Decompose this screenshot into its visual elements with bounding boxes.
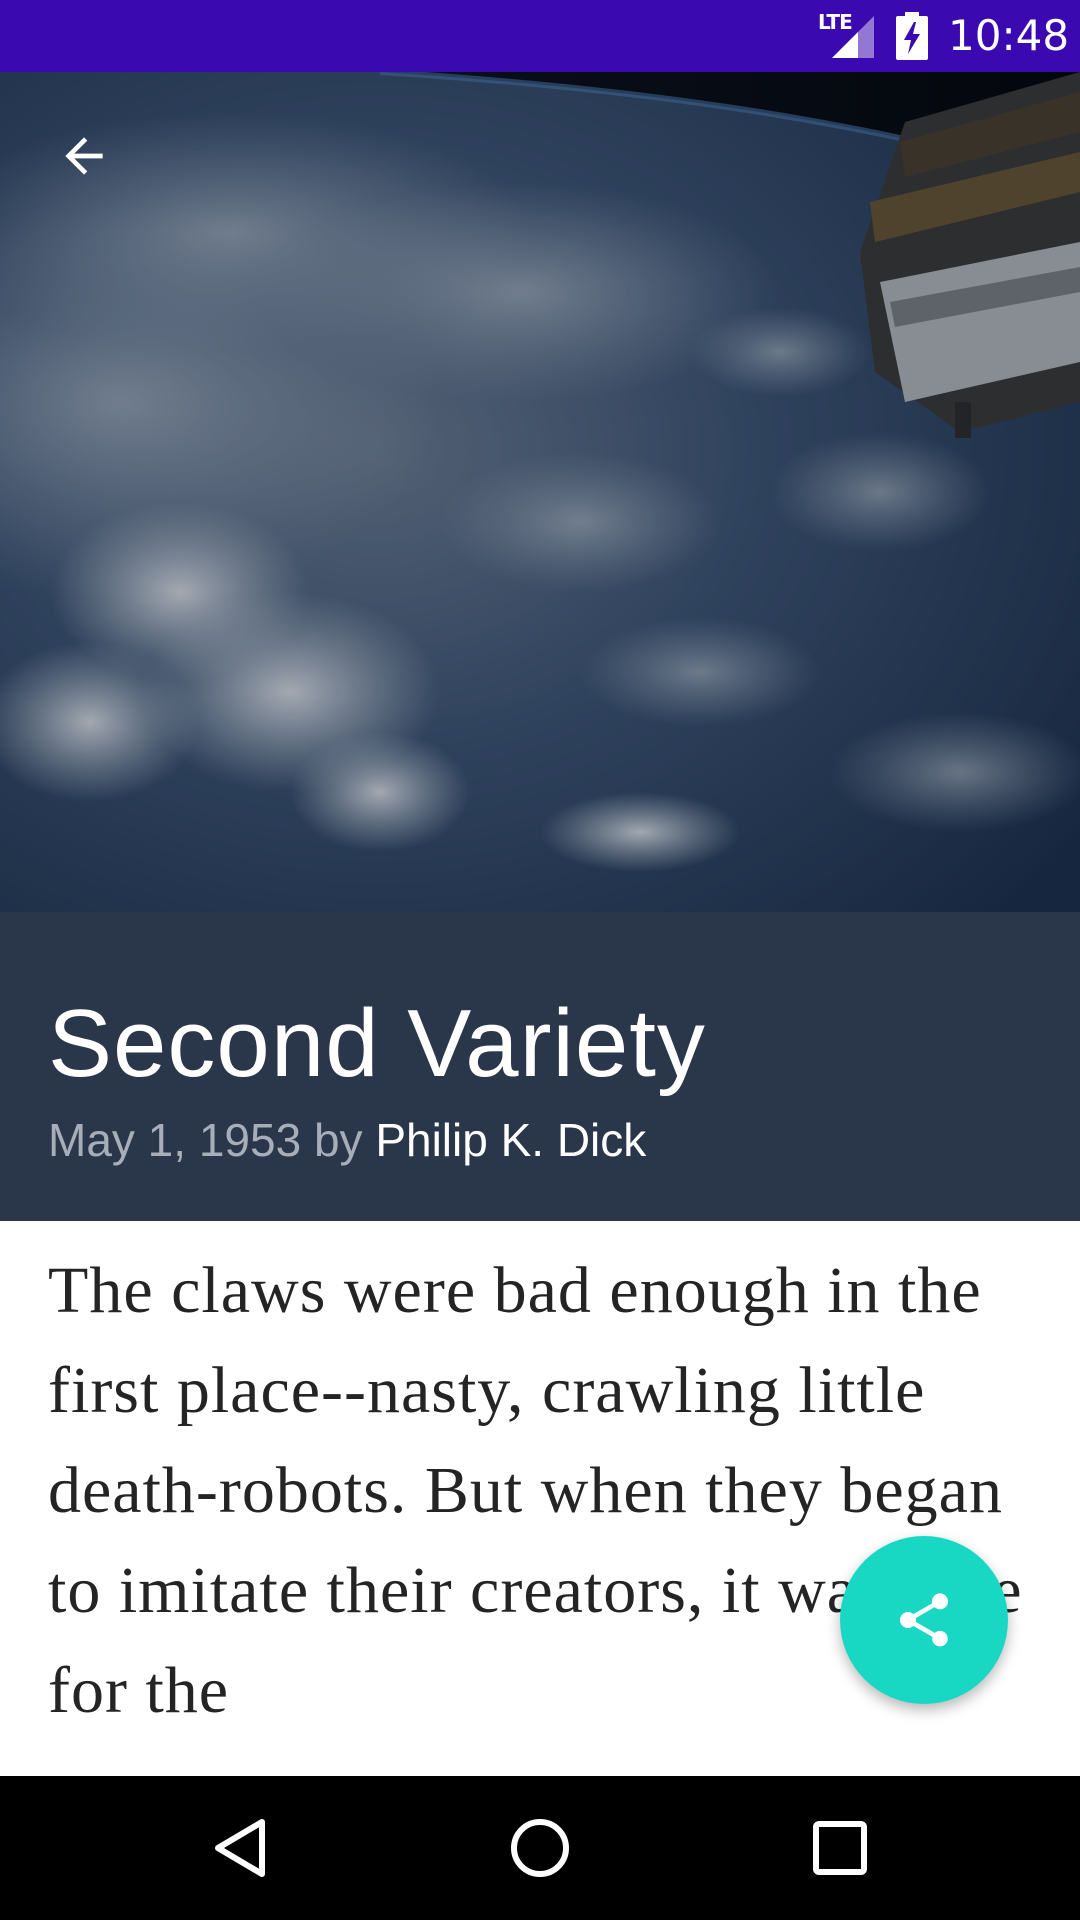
by-label: by	[313, 1114, 376, 1166]
article-author: Philip K. Dick	[375, 1114, 647, 1166]
nav-recents-button[interactable]	[790, 1798, 890, 1898]
share-icon	[900, 1593, 948, 1647]
battery-charging-icon	[896, 12, 928, 60]
back-button[interactable]	[40, 112, 128, 200]
status-bar: LTE 10:48	[0, 0, 1080, 72]
nav-back-button[interactable]	[190, 1798, 290, 1898]
hero-image	[0, 72, 1080, 912]
share-button[interactable]	[840, 1536, 1008, 1704]
nav-home-button[interactable]	[490, 1798, 590, 1898]
arrow-back-icon	[65, 137, 103, 175]
article-date: May 1, 1953	[48, 1114, 314, 1166]
byline: May 1, 1953 by Philip K. Dick	[48, 1110, 646, 1170]
status-clock: 10:48	[948, 11, 1070, 60]
nav-back-icon	[215, 1819, 265, 1877]
earth-from-space-image	[0, 72, 1080, 912]
nav-recents-icon	[813, 1821, 867, 1875]
article-header: Second Variety May 1, 1953 by Philip K. …	[0, 912, 1080, 1221]
article-title: Second Variety	[48, 990, 706, 1097]
nav-home-icon	[511, 1819, 569, 1877]
system-nav-bar	[0, 1776, 1080, 1920]
network-type-label: LTE	[818, 10, 853, 34]
